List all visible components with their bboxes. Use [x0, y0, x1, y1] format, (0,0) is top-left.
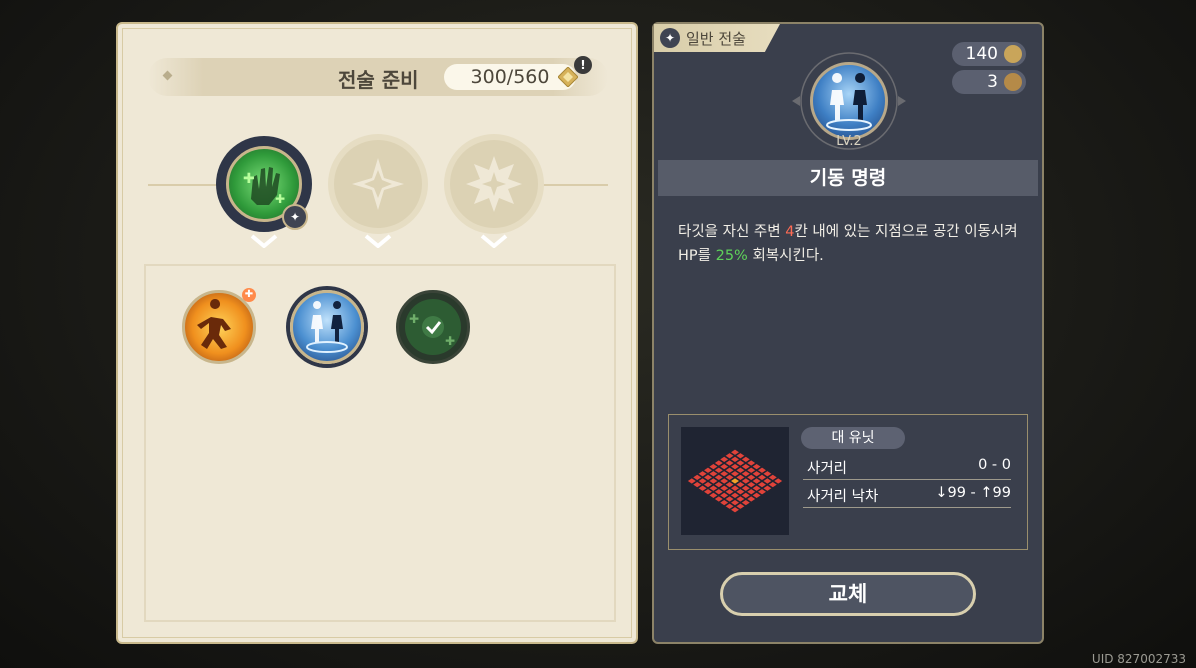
heal-hand-skill-equipped-icon[interactable]: ✚ ✚ [396, 290, 470, 364]
tactic-slot-1[interactable]: ✚ ✚ ✦ [220, 140, 308, 230]
desc-heal-highlight: 25% [715, 248, 748, 264]
divider [803, 507, 1011, 508]
new-badge-icon: ✚ [242, 288, 256, 302]
divider [538, 184, 608, 186]
chevron-down-icon [480, 234, 508, 248]
range-grid-pattern [681, 427, 789, 535]
tactic-prep-panel: 전술 준비 300/560 ! ✚ ✚ ✦ ✚ ✚ ✚ [116, 22, 638, 644]
prep-title: 전술 준비 [338, 68, 419, 92]
tactic-list: ✚ ✚ ✚ [144, 264, 616, 622]
divider [148, 184, 218, 186]
tactic-detail-panel: ✦ 일반 전술 140 3 LV.2 기동 명령 타깃을 자신 주변 4칸 내에… [652, 22, 1044, 644]
tactic-description: 타깃을 자신 주변 4칸 내에 있는 지점으로 공간 이동시켜 HP를 25% … [678, 220, 1028, 268]
turn-stat: 3 [952, 70, 1026, 94]
cost-stat: 140 [952, 42, 1026, 66]
chevron-down-icon [250, 234, 278, 248]
range-value: 0 - 0 [978, 457, 1011, 473]
general-tactic-badge-icon: ✦ [282, 204, 308, 230]
turn-value: 3 [987, 72, 998, 92]
prep-header: 전술 준비 300/560 ! [148, 56, 608, 96]
tactic-level: LV.2 [836, 134, 862, 149]
desc-text: 회복시킨다. [747, 248, 824, 264]
empty-slot-star-icon [352, 158, 404, 210]
cost-diamond-icon [1004, 45, 1022, 63]
tactic-category-label: 일반 전술 [686, 30, 746, 48]
svg-text:✚: ✚ [243, 171, 255, 187]
target-type-badge: 대 유닛 [801, 427, 905, 449]
range-label: 사거리 [807, 461, 848, 477]
range-info-box: 대 유닛 사거리 0 - 0 사거리 낙차 ↓99 - ↑99 [668, 414, 1028, 550]
elevation-value: ↓99 - ↑99 [935, 485, 1011, 501]
svg-text:✚: ✚ [409, 312, 419, 326]
svg-text:✚: ✚ [445, 334, 455, 348]
elevation-label: 사거리 낙차 [807, 489, 879, 505]
user-id: UID 827002733 [1091, 652, 1186, 666]
divider [803, 479, 1011, 480]
svg-text:✚: ✚ [275, 192, 285, 206]
range-diamond-grid [686, 448, 784, 514]
prep-cost-counter: 300/560 [444, 64, 576, 90]
tactic-slot-3[interactable] [450, 140, 538, 228]
teleport-skill-icon[interactable] [290, 290, 364, 364]
empty-slot-star-icon [466, 156, 522, 212]
hourglass-icon [1004, 73, 1022, 91]
tactic-name: 기동 명령 [658, 160, 1038, 196]
desc-text: 타깃을 자신 주변 [678, 224, 786, 240]
selected-tactic-portrait [810, 62, 888, 140]
chevron-down-icon [364, 234, 392, 248]
replace-button[interactable]: 교체 [720, 572, 976, 616]
cost-value: 140 [965, 44, 998, 64]
tactic-category-tag: ✦ 일반 전술 [654, 24, 780, 52]
header-ornament [162, 70, 173, 81]
general-tactic-icon: ✦ [660, 28, 680, 48]
tactic-slot-2[interactable] [334, 140, 422, 228]
alert-icon[interactable]: ! [574, 56, 592, 74]
